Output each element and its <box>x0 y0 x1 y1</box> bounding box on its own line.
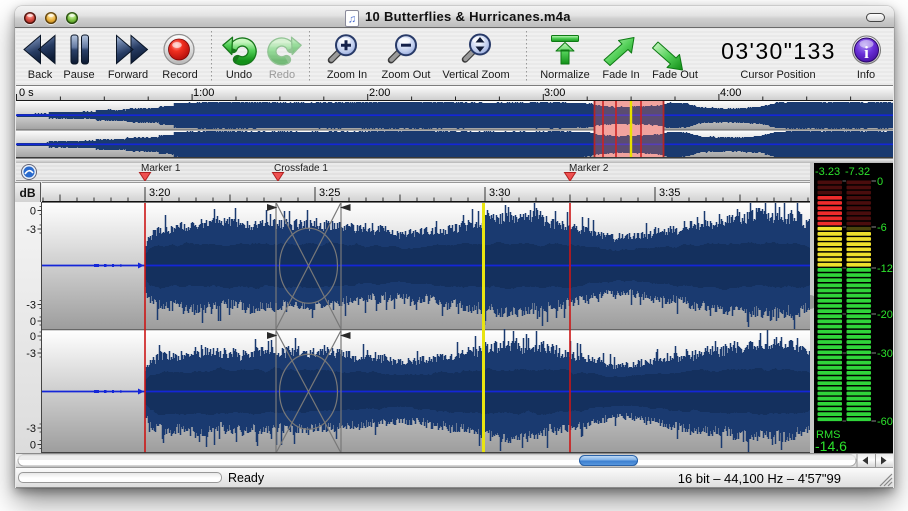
svg-text:0: 0 <box>30 331 36 343</box>
svg-text:-12: -12 <box>877 263 893 275</box>
svg-text:-30: -30 <box>877 348 893 360</box>
svg-text:0: 0 <box>30 316 36 328</box>
svg-text:-3: -3 <box>26 348 36 360</box>
svg-text:♫: ♫ <box>348 14 356 26</box>
svg-text:-3: -3 <box>26 224 36 236</box>
svg-text:3:25: 3:25 <box>319 187 340 199</box>
svg-text:3:20: 3:20 <box>149 187 170 199</box>
svg-text:0: 0 <box>877 176 883 188</box>
svg-text:-20: -20 <box>877 309 893 321</box>
svg-text:-6: -6 <box>877 222 887 234</box>
svg-text:3:30: 3:30 <box>489 187 510 199</box>
svg-text:-7.32: -7.32 <box>845 166 870 178</box>
svg-text:-3: -3 <box>26 300 36 312</box>
svg-text:0: 0 <box>30 440 36 452</box>
svg-text:i: i <box>864 43 869 62</box>
svg-text:-3.23: -3.23 <box>815 166 840 178</box>
svg-text:3:35: 3:35 <box>659 187 680 199</box>
svg-text:-14.6: -14.6 <box>815 438 847 453</box>
svg-text:-60: -60 <box>877 416 893 428</box>
svg-text:-3: -3 <box>26 423 36 435</box>
svg-text:0: 0 <box>30 206 36 218</box>
